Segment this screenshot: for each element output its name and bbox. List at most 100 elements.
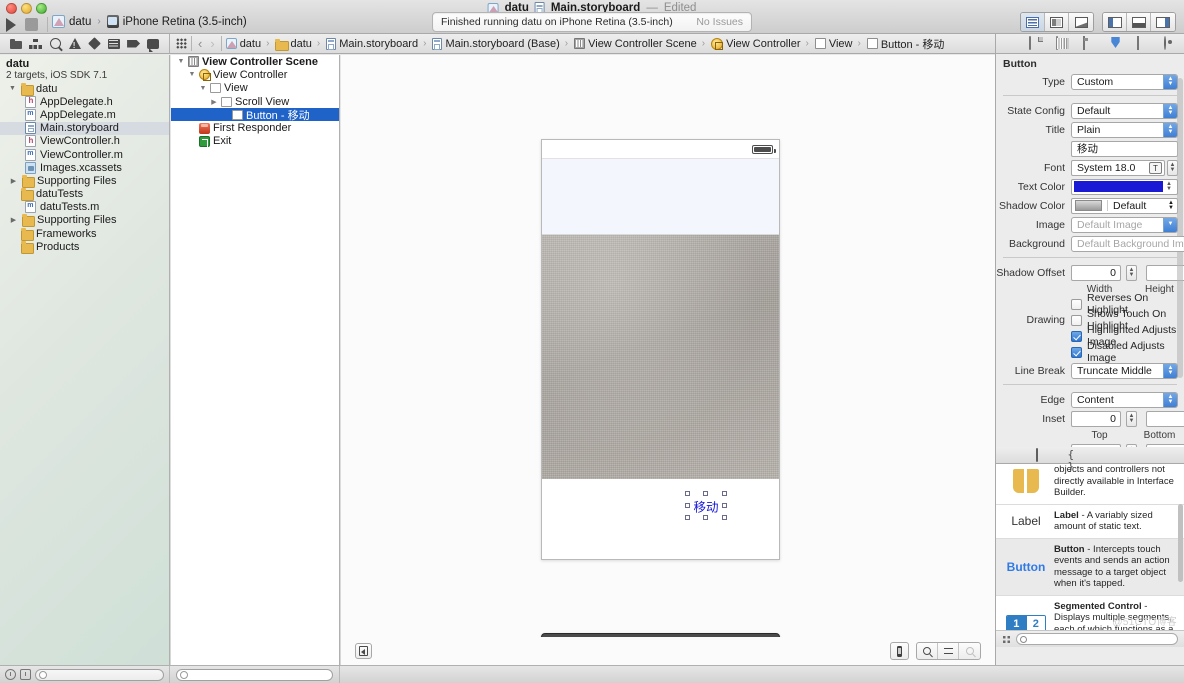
navigator-row-supporting-files-1[interactable]: ▶ Supporting Files [0, 174, 169, 188]
zoom-controls[interactable] [916, 642, 981, 660]
quick-help-inspector-tab[interactable] [1055, 36, 1070, 50]
outline-row-first-responder[interactable]: First Responder [171, 121, 339, 134]
recent-files-icon[interactable] [5, 669, 16, 680]
inset-bottom-input[interactable]: 0 [1146, 410, 1184, 427]
debug-navigator-tab[interactable] [107, 37, 120, 50]
close-button[interactable] [6, 3, 17, 14]
background-popup[interactable]: Default Background Image ▼ [1071, 235, 1184, 252]
twisty-icon[interactable]: ▼ [188, 71, 196, 78]
view-toggle-group[interactable] [1102, 12, 1176, 32]
code-snippet-library-tab[interactable]: { } [1068, 449, 1081, 473]
line-break-popup[interactable]: Truncate Middle ▲ ▼ [1071, 362, 1178, 379]
source-control-icon[interactable] [20, 669, 31, 680]
scheme-name[interactable]: datu [69, 16, 91, 28]
disabled-adjusts-image-checkbox[interactable] [1071, 346, 1082, 358]
identity-inspector-tab[interactable] [1082, 36, 1097, 50]
document-outline[interactable]: ▼ View Controller Scene ▼ View Controlle… [171, 55, 340, 665]
log-navigator-tab[interactable] [147, 37, 160, 52]
font-row[interactable]: Font System 18.0 T ▲ ▼ [996, 159, 1184, 176]
button-type-popup[interactable]: Custom ▲ ▼ [1071, 73, 1178, 90]
navigator-row-datutests-group[interactable]: datuTests [0, 188, 169, 202]
button-container-area[interactable]: 移动 [542, 480, 779, 559]
file-inspector-tab[interactable] [1028, 36, 1043, 50]
resize-handle-top-right[interactable] [722, 491, 727, 496]
outline-row-button[interactable]: Button - 移动 [171, 108, 339, 122]
selected-button[interactable]: 移动 [685, 491, 727, 520]
title-style-popup[interactable]: Plain ▲ ▼ [1071, 121, 1178, 138]
minimize-button[interactable] [21, 3, 32, 14]
media-library-tab[interactable] [1132, 449, 1145, 461]
issue-navigator-tab[interactable] [68, 37, 81, 50]
window-controls[interactable] [6, 3, 47, 14]
list-item[interactable]: objects and controllers not directly ava… [996, 464, 1184, 505]
inspector-tab-bar[interactable] [996, 34, 1184, 54]
project-root[interactable]: datu 2 targets, iOS SDK 7.1 [0, 55, 169, 82]
stop-button[interactable] [25, 18, 38, 31]
navigator-row-datu-group[interactable]: ▼ datu [0, 82, 169, 96]
run-stop-group[interactable] [6, 17, 48, 32]
resize-handle-left[interactable] [685, 503, 690, 508]
version-editor-button[interactable] [1069, 13, 1093, 31]
outline-filter-bar[interactable] [170, 666, 340, 683]
destination-name[interactable]: iPhone Retina (3.5-inch) [123, 16, 247, 28]
outline-row-view[interactable]: ▼ View [171, 82, 339, 95]
zoom-button[interactable] [36, 3, 47, 14]
navigator-row-images-xcassets[interactable]: Images.xcassets [0, 161, 169, 174]
forward-button[interactable]: › [208, 36, 216, 51]
test-navigator-tab[interactable] [87, 37, 101, 50]
resize-handle-bottom-left[interactable] [685, 515, 690, 520]
breadcrumb-item-storyboard[interactable]: Main.storyboard › [326, 37, 428, 50]
file-template-library-tab[interactable] [1035, 448, 1049, 462]
navigator-filter-bar[interactable] [0, 666, 170, 683]
breadcrumb-item-scene[interactable]: View Controller Scene › [574, 38, 707, 50]
shows-touch-on-highlight-checkbox[interactable] [1071, 314, 1082, 326]
inset-top-input[interactable]: 0 [1071, 410, 1121, 427]
text-color-well[interactable]: ▲ ▼ [1071, 178, 1178, 195]
shadow-offset-width-stepper[interactable]: ▲ ▼ [1126, 264, 1137, 281]
interface-builder-canvas[interactable]: 移动 [341, 55, 995, 665]
disabled-adjusts-image-row[interactable]: Disabled Adjusts Image [996, 340, 1184, 364]
zoom-in-button[interactable] [959, 643, 980, 659]
navigator-row-appdelegate-m[interactable]: AppDelegate.m [0, 108, 169, 121]
navigator-tab-bar[interactable] [0, 34, 170, 53]
inset-top-bottom-row[interactable]: Inset 0 ▲▼ 0 ▲▼ [996, 410, 1184, 427]
background-row[interactable]: Background Default Background Image ▼ [996, 235, 1184, 252]
toggle-navigator-button[interactable] [1103, 13, 1127, 31]
document-outline-toggle-button[interactable] [355, 643, 372, 659]
breadcrumb-item-view[interactable]: View › [814, 38, 863, 50]
edge-row[interactable]: Edge Content ▲ ▼ [996, 391, 1184, 408]
object-library-list[interactable]: objects and controllers not directly ava… [996, 464, 1184, 630]
edge-popup[interactable]: Content ▲ ▼ [1071, 391, 1178, 408]
object-library-tab[interactable] [1100, 449, 1113, 461]
line-break-row[interactable]: Line Break Truncate Middle ▲ ▼ [996, 362, 1184, 379]
resize-handle-bottom-right[interactable] [722, 515, 727, 520]
connections-inspector-tab[interactable] [1163, 36, 1178, 50]
navigator-row-viewcontroller-m[interactable]: ViewController.m [0, 148, 169, 161]
navigator-filter-input[interactable] [35, 668, 164, 681]
breadcrumb-item-button[interactable]: Button - 移动 [866, 36, 944, 52]
zoom-out-button[interactable] [917, 643, 938, 659]
project-navigator[interactable]: datu 2 targets, iOS SDK 7.1 ▼ datu AppDe… [0, 55, 170, 665]
shadow-color-well[interactable]: Default ▲ ▼ [1071, 197, 1178, 214]
list-item[interactable]: Button Button - Intercepts touch events … [996, 538, 1184, 596]
outline-row-exit[interactable]: Exit [171, 135, 339, 148]
scroll-view[interactable] [542, 159, 779, 235]
search-navigator-tab[interactable] [49, 37, 62, 50]
run-button[interactable] [6, 17, 16, 32]
shadow-offset-width-input[interactable]: 0 [1071, 264, 1121, 281]
back-button[interactable]: ‹ [196, 36, 204, 51]
resize-handle-right[interactable] [722, 503, 727, 508]
breadcrumb-item-storyboard-base[interactable]: Main.storyboard (Base) › [432, 37, 570, 50]
breakpoint-navigator-tab[interactable] [127, 37, 141, 50]
scheme-selector[interactable]: datu › iPhone Retina (3.5-inch) [52, 15, 247, 28]
list-item[interactable]: Label Label - A variably sized amount of… [996, 505, 1184, 539]
navigator-row-viewcontroller-h[interactable]: ViewController.h [0, 135, 169, 148]
twisty-icon[interactable]: ▼ [177, 58, 185, 65]
outline-row-view-controller[interactable]: ▼ View Controller [171, 68, 339, 82]
related-items-icon[interactable] [176, 38, 187, 49]
device-orientation-button[interactable] [890, 642, 909, 660]
navigator-row-main-storyboard[interactable]: Main.storyboard [0, 121, 169, 135]
navigator-row-supporting-files-2[interactable]: ▶ Supporting Files [0, 214, 169, 228]
navigator-row-datutests-m[interactable]: datuTests.m [0, 201, 169, 214]
editor-mode-group[interactable] [1020, 12, 1094, 32]
